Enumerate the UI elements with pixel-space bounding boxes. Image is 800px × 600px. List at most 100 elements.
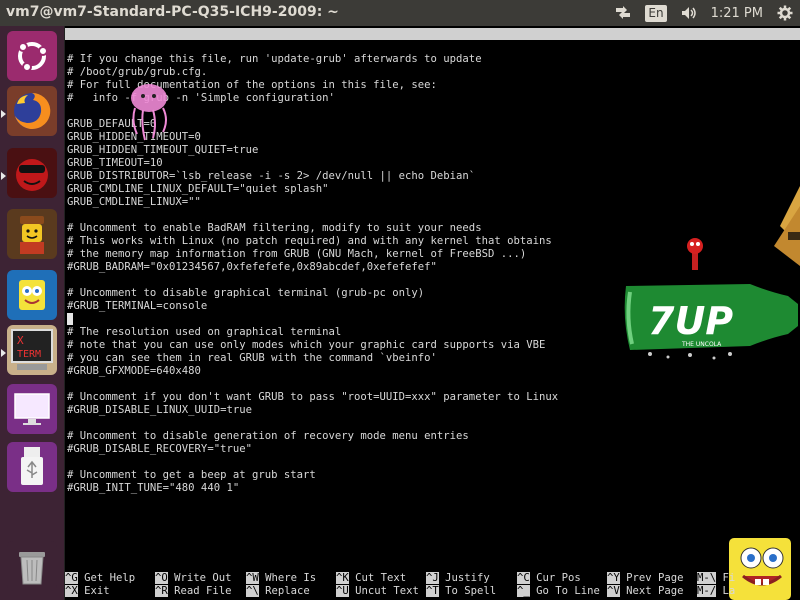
shortcut-get-help[interactable]: ^G Get Help xyxy=(65,572,135,585)
monitor-icon xyxy=(14,393,50,425)
system-tray: En 1:21 PM xyxy=(608,0,800,26)
xterm-launcher[interactable]: X TERM xyxy=(7,325,57,375)
bottle-tagline-text: THE UNCOLA xyxy=(681,341,722,348)
top-panel: vm7@vm7-Standard-PC-Q35-ICH9-2009: ~ En … xyxy=(0,0,800,26)
shortcut-key: ^C xyxy=(517,572,530,584)
editor-line[interactable]: #GRUB_INIT_TUNE="480 440 1" xyxy=(67,482,558,495)
shortcut-label: To Spell xyxy=(445,585,497,597)
spongebob-icon xyxy=(19,280,45,310)
editor-line[interactable]: #GRUB_TERMINAL=console xyxy=(67,300,558,313)
jellyfish-sticker-icon xyxy=(131,84,167,141)
bottle-brand-text: 7UP xyxy=(648,299,733,343)
network-icon[interactable] xyxy=(615,0,631,26)
editor-line[interactable]: GRUB_CMDLINE_LINUX_DEFAULT="quiet splash… xyxy=(67,183,558,196)
clock[interactable]: 1:21 PM xyxy=(711,0,763,26)
usb-drive-launcher[interactable] xyxy=(7,442,57,492)
nano-version: GNU nano 2.5.3 xyxy=(67,40,157,52)
shortcut-justify[interactable]: ^J Justify xyxy=(426,572,490,585)
ship-sticker-icon xyxy=(774,186,800,266)
spongebob-app-launcher[interactable] xyxy=(7,270,57,320)
editor-line[interactable]: # Uncomment to enable BadRAM filtering, … xyxy=(67,222,558,235)
shortcut-cur-pos[interactable]: ^C Cur Pos xyxy=(517,572,581,585)
editor-line[interactable]: GRUB_DISTRIBUTOR=`lsb_release -i -s 2> /… xyxy=(67,170,558,183)
editor-line[interactable]: #GRUB_DISABLE_RECOVERY="true" xyxy=(67,443,558,456)
editor-line[interactable]: GRUB_TIMEOUT=10 xyxy=(67,157,558,170)
editor-line[interactable]: # This works with Linux (no patch requir… xyxy=(67,235,558,248)
trash-launcher[interactable] xyxy=(7,541,57,591)
svg-text:TERM: TERM xyxy=(17,349,41,360)
shortcut-key: ^R xyxy=(155,585,168,597)
display-settings-launcher[interactable] xyxy=(7,384,57,434)
shortcut-write-out[interactable]: ^O Write Out xyxy=(155,572,232,585)
lego-figure-icon xyxy=(20,216,44,254)
firefox-icon xyxy=(14,92,51,129)
editor-line[interactable] xyxy=(67,417,558,430)
launcher: X TERM xyxy=(0,26,65,600)
shortcut-label: Exit xyxy=(84,585,110,597)
editor-line[interactable]: # Uncomment to disable graphical termina… xyxy=(67,287,558,300)
editor-line[interactable]: # the memory map information from GRUB (… xyxy=(67,248,558,261)
shortcut-next-page[interactable]: ^V Next Page xyxy=(607,585,684,598)
shortcut-fi[interactable]: M-\ Fi xyxy=(697,572,735,585)
shortcut-label: Prev Page xyxy=(626,572,684,584)
terminal-window[interactable]: GNU nano 2.5.3 File: /etc/default/grub #… xyxy=(65,26,800,600)
editor-line[interactable] xyxy=(67,209,558,222)
shortcut-key: ^G xyxy=(65,572,78,584)
editor-line[interactable] xyxy=(67,456,558,469)
editor-line[interactable]: # Uncomment to get a beep at grub start xyxy=(67,469,558,482)
shortcut-label: La xyxy=(722,585,736,597)
shortcut-label: Go To Line xyxy=(536,585,600,597)
editor-line[interactable] xyxy=(67,274,558,287)
editor-line[interactable]: # Uncomment to disable generation of rec… xyxy=(67,430,558,443)
text-cursor xyxy=(67,313,73,325)
editor-line[interactable]: #GRUB_BADRAM="0x01234567,0xfefefefe,0x89… xyxy=(67,261,558,274)
ubuntu-logo-icon xyxy=(18,42,48,72)
shortcut-key: ^U xyxy=(336,585,349,597)
red-face-icon xyxy=(16,159,48,191)
shortcut-go-to-line[interactable]: ^_ Go To Line xyxy=(517,585,600,598)
shortcut-key: M-\ xyxy=(697,572,717,584)
shortcut-key: M-/ xyxy=(697,585,717,597)
editor-line[interactable]: GRUB_CMDLINE_LINUX="" xyxy=(67,196,558,209)
xterm-icon: X TERM xyxy=(11,329,53,370)
editor-line[interactable]: # you can see them in real GRUB with the… xyxy=(67,352,558,365)
editor-line[interactable] xyxy=(67,313,558,326)
shortcut-exit[interactable]: ^X Exit xyxy=(65,585,110,598)
ubuntu-dash-button[interactable] xyxy=(7,31,57,81)
firefox-launcher[interactable] xyxy=(7,86,57,136)
shortcut-label: Get Help xyxy=(84,572,136,584)
shortcut-key: ^T xyxy=(426,585,439,597)
shortcut-key: ^_ xyxy=(517,585,530,597)
editor-line[interactable]: #GRUB_GFXMODE=640x480 xyxy=(67,365,558,378)
shortcut-uncut-text[interactable]: ^U Uncut Text xyxy=(336,585,419,598)
shortcut-la[interactable]: M-/ La xyxy=(697,585,735,598)
shortcut-to-spell[interactable]: ^T To Spell xyxy=(426,585,496,598)
running-indicator xyxy=(1,172,6,180)
keyboard-language-indicator[interactable]: En xyxy=(645,0,667,26)
editor-line[interactable]: # If you change this file, run 'update-g… xyxy=(67,53,558,66)
shortcut-label: Write Out xyxy=(174,572,232,584)
volume-icon[interactable] xyxy=(681,0,697,26)
shortcut-read-file[interactable]: ^R Read File xyxy=(155,585,232,598)
running-indicator xyxy=(1,349,6,357)
shortcut-prev-page[interactable]: ^Y Prev Page xyxy=(607,572,684,585)
shortcut-key: ^X xyxy=(65,585,78,597)
lego-figure-launcher[interactable] xyxy=(7,209,57,259)
shortcut-where-is[interactable]: ^W Where Is xyxy=(246,572,316,585)
app-red-face-launcher[interactable] xyxy=(7,148,57,198)
shortcut-label: Where Is xyxy=(265,572,317,584)
editor-line[interactable]: # note that you can use only modes which… xyxy=(67,339,558,352)
shortcut-cut-text[interactable]: ^K Cut Text xyxy=(336,572,406,585)
editor-line[interactable]: # The resolution used on graphical termi… xyxy=(67,326,558,339)
power-gear-icon[interactable] xyxy=(777,0,793,26)
shortcut-label: Fi xyxy=(722,572,736,584)
shortcut-replace[interactable]: ^\ Replace xyxy=(246,585,310,598)
shortcut-label: Replace xyxy=(265,585,310,597)
svg-text:X: X xyxy=(17,334,24,347)
editor-line[interactable]: #GRUB_DISABLE_LINUX_UUID=true xyxy=(67,404,558,417)
editor-line[interactable] xyxy=(67,378,558,391)
shortcut-label: Cur Pos xyxy=(536,572,581,584)
shortcut-key: ^V xyxy=(607,585,620,597)
shortcut-key: ^W xyxy=(246,572,259,584)
editor-line[interactable]: # Uncomment if you don't want GRUB to pa… xyxy=(67,391,558,404)
